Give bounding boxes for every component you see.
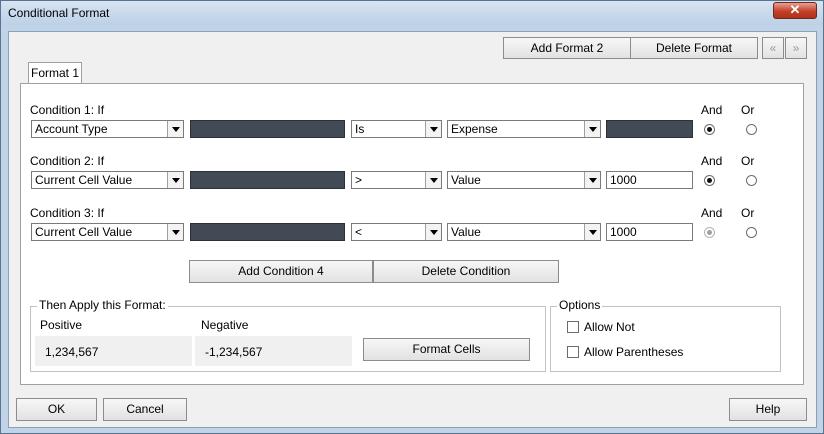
options-group bbox=[550, 306, 781, 372]
condition-1-color-field[interactable] bbox=[190, 120, 345, 138]
delete-condition-label: Delete Condition bbox=[421, 264, 511, 278]
delete-condition-button[interactable]: Delete Condition bbox=[373, 260, 559, 283]
positive-label: Positive bbox=[40, 318, 83, 332]
condition-1-label: Condition 1: If bbox=[30, 103, 105, 117]
condition-2-operator-select[interactable]: > bbox=[351, 171, 442, 189]
condition-2-label: Condition 2: If bbox=[30, 154, 105, 168]
add-format-button[interactable]: Add Format 2 bbox=[503, 37, 631, 59]
condition-2-and-label: And bbox=[701, 154, 723, 168]
condition-1-and-label: And bbox=[701, 103, 723, 117]
condition-2-value-type-select[interactable]: Value bbox=[447, 171, 601, 189]
condition-3-value-type-select[interactable]: Value bbox=[447, 223, 601, 241]
double-chevron-right-icon: » bbox=[792, 41, 800, 55]
condition-3-value-type: Value bbox=[451, 225, 481, 239]
condition-2-field-select[interactable]: Current Cell Value bbox=[31, 171, 184, 189]
window-title: Conditional Format bbox=[8, 6, 110, 20]
condition-1-operator-select[interactable]: Is bbox=[351, 120, 442, 138]
condition-1-operator-value: Is bbox=[355, 122, 365, 136]
condition-2-value-input[interactable]: 1000 bbox=[606, 171, 693, 189]
ok-button[interactable]: OK bbox=[16, 398, 97, 421]
condition-1-or-radio[interactable] bbox=[746, 124, 757, 135]
title-bar: Conditional Format ✕ bbox=[1, 1, 823, 25]
condition-3-or-radio[interactable] bbox=[746, 227, 757, 238]
chevron-down-icon bbox=[425, 224, 441, 240]
condition-3-operator-value: < bbox=[355, 225, 363, 239]
allow-parentheses-checkbox[interactable] bbox=[567, 346, 579, 358]
condition-3-field-select[interactable]: Current Cell Value bbox=[31, 223, 184, 241]
condition-3-and-radio[interactable] bbox=[704, 227, 715, 238]
condition-2-or-label: Or bbox=[741, 154, 755, 168]
close-icon: ✕ bbox=[789, 2, 801, 17]
allow-not-label: Allow Not bbox=[584, 320, 635, 334]
dialog-body: Add Format 2 Delete Format « » Format 1 … bbox=[8, 31, 817, 428]
condition-3-value-input[interactable]: 1000 bbox=[606, 223, 693, 241]
add-condition-label: Add Condition 4 bbox=[238, 264, 324, 278]
positive-sample-value: 1,234,567 bbox=[45, 345, 99, 359]
chevron-down-icon bbox=[425, 121, 441, 137]
cancel-label: Cancel bbox=[126, 402, 164, 416]
format-cells-button[interactable]: Format Cells bbox=[363, 338, 530, 361]
add-format-label: Add Format 2 bbox=[530, 41, 604, 55]
chevron-down-icon bbox=[425, 172, 441, 188]
chevron-down-icon bbox=[167, 224, 183, 240]
double-chevron-left-icon: « bbox=[769, 41, 777, 55]
condition-3-color-field[interactable] bbox=[190, 223, 345, 241]
condition-3-field-value: Current Cell Value bbox=[35, 225, 133, 239]
chevron-down-icon bbox=[584, 172, 600, 188]
help-label: Help bbox=[755, 402, 781, 416]
condition-3-label: Condition 3: If bbox=[30, 206, 105, 220]
conditional-format-dialog: Conditional Format ✕ Add Format 2 Delete… bbox=[0, 0, 824, 434]
negative-label: Negative bbox=[201, 318, 249, 332]
close-button[interactable]: ✕ bbox=[773, 2, 817, 19]
condition-3-operator-select[interactable]: < bbox=[351, 223, 442, 241]
condition-1-field-select[interactable]: Account Type bbox=[31, 120, 184, 138]
condition-1-value-type: Expense bbox=[451, 122, 498, 136]
chevron-down-icon bbox=[584, 121, 600, 137]
condition-2-or-radio[interactable] bbox=[746, 175, 757, 186]
chevron-down-icon bbox=[167, 121, 183, 137]
allow-parentheses-label: Allow Parentheses bbox=[584, 345, 684, 359]
condition-2-and-radio[interactable] bbox=[704, 175, 715, 186]
previous-format-button[interactable]: « bbox=[762, 37, 784, 59]
condition-2-operator-value: > bbox=[355, 173, 363, 187]
condition-1-value-type-select[interactable]: Expense bbox=[447, 120, 601, 138]
tab-format-1[interactable]: Format 1 bbox=[28, 62, 82, 84]
condition-1-field-value: Account Type bbox=[35, 122, 108, 136]
condition-2-color-field[interactable] bbox=[190, 171, 345, 189]
condition-3-and-label: And bbox=[701, 206, 723, 220]
chevron-down-icon bbox=[167, 172, 183, 188]
condition-3-or-label: Or bbox=[741, 206, 755, 220]
cancel-button[interactable]: Cancel bbox=[103, 398, 187, 421]
chevron-down-icon bbox=[584, 224, 600, 240]
condition-2-field-value: Current Cell Value bbox=[35, 173, 133, 187]
delete-format-button[interactable]: Delete Format bbox=[630, 37, 758, 59]
ok-label: OK bbox=[47, 402, 66, 416]
condition-1-or-label: Or bbox=[741, 103, 755, 117]
delete-format-label: Delete Format bbox=[655, 41, 733, 55]
condition-1-value-field[interactable] bbox=[606, 120, 693, 138]
negative-sample-value: -1,234,567 bbox=[205, 345, 263, 359]
positive-preview: 1,234,567 bbox=[35, 336, 192, 366]
help-button[interactable]: Help bbox=[729, 398, 807, 421]
format-cells-label: Format Cells bbox=[412, 342, 481, 356]
negative-preview: -1,234,567 bbox=[195, 336, 352, 366]
next-format-button[interactable]: » bbox=[785, 37, 807, 59]
options-title: Options bbox=[557, 298, 603, 312]
condition-2-value-type: Value bbox=[451, 173, 481, 187]
tab-label: Format 1 bbox=[30, 66, 79, 80]
format-tab-panel: Condition 1: If And Or Account Type Is E… bbox=[20, 83, 804, 385]
allow-not-checkbox[interactable] bbox=[567, 321, 579, 333]
condition-1-and-radio[interactable] bbox=[704, 124, 715, 135]
apply-format-title: Then Apply this Format: bbox=[37, 298, 168, 312]
add-condition-button[interactable]: Add Condition 4 bbox=[189, 260, 373, 283]
